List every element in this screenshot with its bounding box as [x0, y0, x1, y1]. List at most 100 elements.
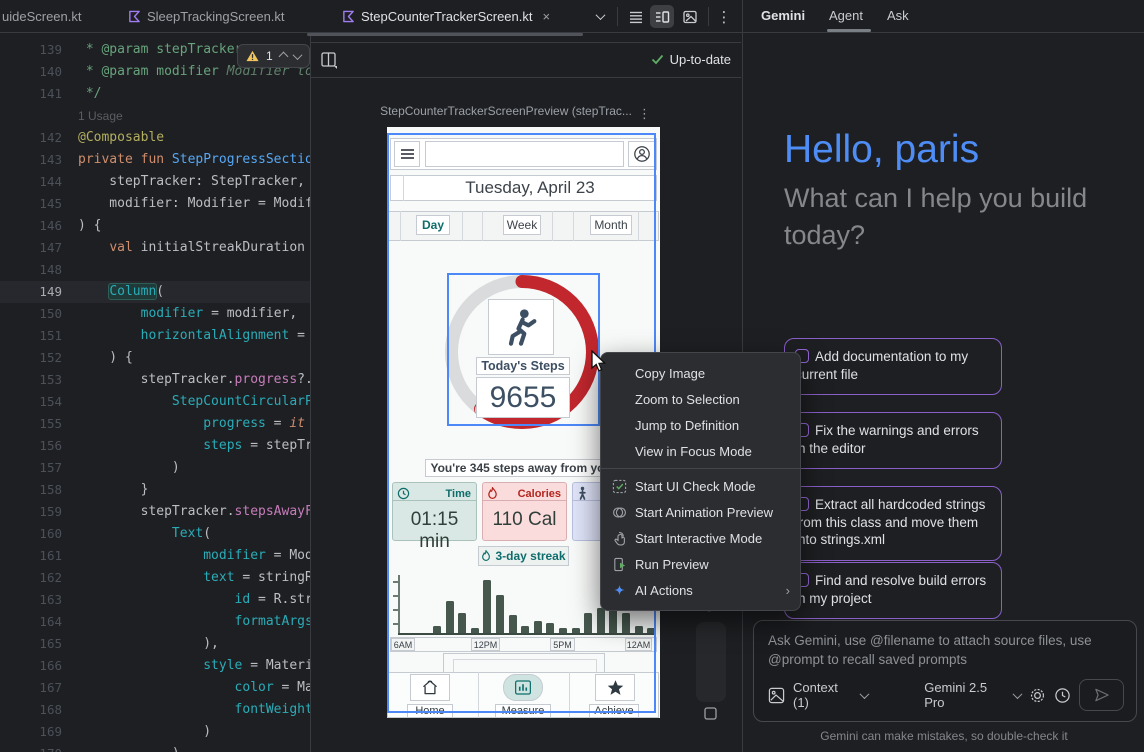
- ide-window: ⋮ uideScreen.kt SleepTrackingScreen.kt Ste…: [0, 0, 1144, 752]
- code-text: fontWeight: [78, 699, 310, 721]
- code-line[interactable]: 154 StepCountCircularProgress: [0, 391, 310, 413]
- code-line[interactable]: 161 modifier = Modifier: [0, 545, 310, 567]
- tab-ask[interactable]: Ask: [887, 8, 909, 23]
- gemini-subtitle: What can I help you build today?: [784, 180, 1120, 254]
- code-line[interactable]: 141 */: [0, 83, 310, 105]
- code-text: modifier = Modifier: [78, 545, 310, 567]
- code-text: Column(: [78, 281, 164, 303]
- editor-preview-divider[interactable]: [310, 33, 311, 752]
- attach-image-icon[interactable]: [768, 687, 785, 704]
- code-line[interactable]: 147 val initialStreakDuration =: [0, 237, 310, 259]
- code-line[interactable]: 162 text = stringResource: [0, 567, 310, 589]
- suggestion-text: Fix the warnings and errors in the edito…: [795, 423, 979, 456]
- split-view-icon[interactable]: [650, 5, 674, 28]
- code-line[interactable]: 168 fontWeight: [0, 699, 310, 721]
- code-line[interactable]: 145 modifier: Modifier = Modifier: [0, 193, 310, 215]
- code-editor[interactable]: 139 * @param stepTracker140 * @param mod…: [0, 33, 310, 752]
- code-line[interactable]: 142@Composable: [0, 127, 310, 149]
- menu-item-run-preview[interactable]: Run Preview: [601, 551, 800, 577]
- code-line[interactable]: 143private fun StepProgressSection(: [0, 149, 310, 171]
- menu-item-start-ui-check-mode[interactable]: Start UI Check Mode: [601, 473, 800, 499]
- code-line[interactable]: 169 ): [0, 721, 310, 743]
- design-view-icon[interactable]: [678, 5, 702, 28]
- code-text: style = MaterialThe: [78, 655, 310, 677]
- code-line[interactable]: 167 color = Ma: [0, 677, 310, 699]
- zoom-fit-icon[interactable]: [703, 706, 718, 721]
- gemini-suggestion-card-3[interactable]: Find and resolve build errors in my proj…: [784, 562, 1002, 619]
- gemini-suggestion-card-1[interactable]: Fix the warnings and errors in the edito…: [784, 412, 1002, 469]
- anim-icon: [611, 504, 627, 520]
- code-line[interactable]: 166 style = MaterialThe: [0, 655, 310, 677]
- code-line[interactable]: 151 horizontalAlignment =: [0, 325, 310, 347]
- code-line[interactable]: 144 stepTracker: StepTracker,: [0, 171, 310, 193]
- context-dropdown[interactable]: Context (1): [793, 680, 868, 710]
- status-label: Up-to-date: [670, 52, 731, 67]
- code-line[interactable]: 146) {: [0, 215, 310, 237]
- code-line[interactable]: 155 progress = it: [0, 413, 310, 435]
- menu-item-jump-to-definition[interactable]: Jump to Definition: [601, 412, 800, 438]
- inspection-widget[interactable]: 1: [237, 44, 310, 68]
- tab-agent[interactable]: Agent: [829, 8, 863, 23]
- line-number: 158: [0, 479, 62, 501]
- gemini-input-box[interactable]: Ask Gemini, use @filename to attach sour…: [753, 620, 1137, 722]
- gemini-settings-gear-icon[interactable]: [1029, 687, 1046, 704]
- code-line[interactable]: 150 modifier = modifier,: [0, 303, 310, 325]
- code-view-icon[interactable]: [624, 5, 648, 28]
- gemini-suggestion-card-0[interactable]: Add documentation to my current file: [784, 338, 1002, 395]
- line-number: 150: [0, 303, 62, 325]
- editor-hscrollbar[interactable]: [307, 33, 583, 36]
- code-line[interactable]: 163 id = R.string: [0, 589, 310, 611]
- preview-toolbar: Up-to-date: [311, 42, 741, 78]
- menu-item-ai-actions[interactable]: AI Actions›: [601, 577, 800, 603]
- preview-layout-icon[interactable]: [320, 51, 339, 70]
- ui-check-icon: [611, 478, 627, 494]
- line-number: 152: [0, 347, 62, 369]
- code-line[interactable]: 159 stepTracker.stepsAwayFrom: [0, 501, 310, 523]
- history-clock-icon[interactable]: [1054, 687, 1071, 704]
- line-number: 170: [0, 743, 62, 752]
- code-line[interactable]: 149 Column(: [0, 281, 310, 303]
- line-number: 153: [0, 369, 62, 391]
- menu-item-view-in-focus-mode[interactable]: View in Focus Mode: [601, 438, 800, 464]
- prev-warning-icon[interactable]: [278, 51, 288, 61]
- editor-tab-0[interactable]: uideScreen.kt: [2, 0, 82, 33]
- preview-menu-icon[interactable]: ⋮: [638, 105, 651, 123]
- menu-separator: [601, 468, 800, 469]
- close-tab-icon[interactable]: ×: [542, 9, 550, 24]
- code-line[interactable]: 158 }: [0, 479, 310, 501]
- menu-item-start-interactive-mode[interactable]: Start Interactive Mode: [601, 525, 800, 551]
- line-number: 165: [0, 633, 62, 655]
- usage-inlay[interactable]: 1 Usage: [0, 105, 310, 127]
- code-line[interactable]: 153 stepTracker.progress?.: [0, 369, 310, 391]
- editor-tab-bar: ⋮ uideScreen.kt SleepTrackingScreen.kt Ste…: [0, 0, 742, 33]
- line-number: 157: [0, 457, 62, 479]
- code-line[interactable]: 164 formatArgs: [0, 611, 310, 633]
- next-warning-icon[interactable]: [292, 50, 302, 60]
- line-number: 156: [0, 435, 62, 457]
- code-text: ): [78, 743, 180, 752]
- code-line[interactable]: 152 ) {: [0, 347, 310, 369]
- code-line[interactable]: 160 Text(: [0, 523, 310, 545]
- editor-more-icon[interactable]: ⋮: [712, 5, 736, 28]
- zoom-controls: [696, 622, 726, 702]
- code-line[interactable]: 148: [0, 259, 310, 281]
- menu-item-zoom-to-selection[interactable]: Zoom to Selection: [601, 386, 800, 412]
- code-text: modifier = modifier,: [78, 303, 297, 325]
- model-dropdown[interactable]: Gemini 2.5 Pro: [924, 680, 1021, 710]
- editor-tab-1[interactable]: SleepTrackingScreen.kt: [128, 0, 285, 33]
- code-line[interactable]: 165 ),: [0, 633, 310, 655]
- code-line[interactable]: 157 ): [0, 457, 310, 479]
- editor-tab-2[interactable]: StepCounterTrackerScreen.kt×: [342, 0, 550, 33]
- menu-item-copy-image[interactable]: Copy Image: [601, 360, 800, 386]
- code-text: steps = stepTracker: [78, 435, 310, 457]
- line-number: 147: [0, 237, 62, 259]
- tab-list-chevron-down-icon[interactable]: [588, 5, 612, 28]
- gemini-input-placeholder: Ask Gemini, use @filename to attach sour…: [768, 631, 1120, 669]
- gemini-suggestion-card-2[interactable]: Extract all hardcoded strings from this …: [784, 486, 1002, 561]
- code-line[interactable]: 170 ): [0, 743, 310, 752]
- menu-item-start-animation-preview[interactable]: Start Animation Preview: [601, 499, 800, 525]
- line-number: 161: [0, 545, 62, 567]
- line-number: 139: [0, 39, 62, 61]
- code-line[interactable]: 156 steps = stepTracker: [0, 435, 310, 457]
- send-button[interactable]: [1079, 679, 1124, 711]
